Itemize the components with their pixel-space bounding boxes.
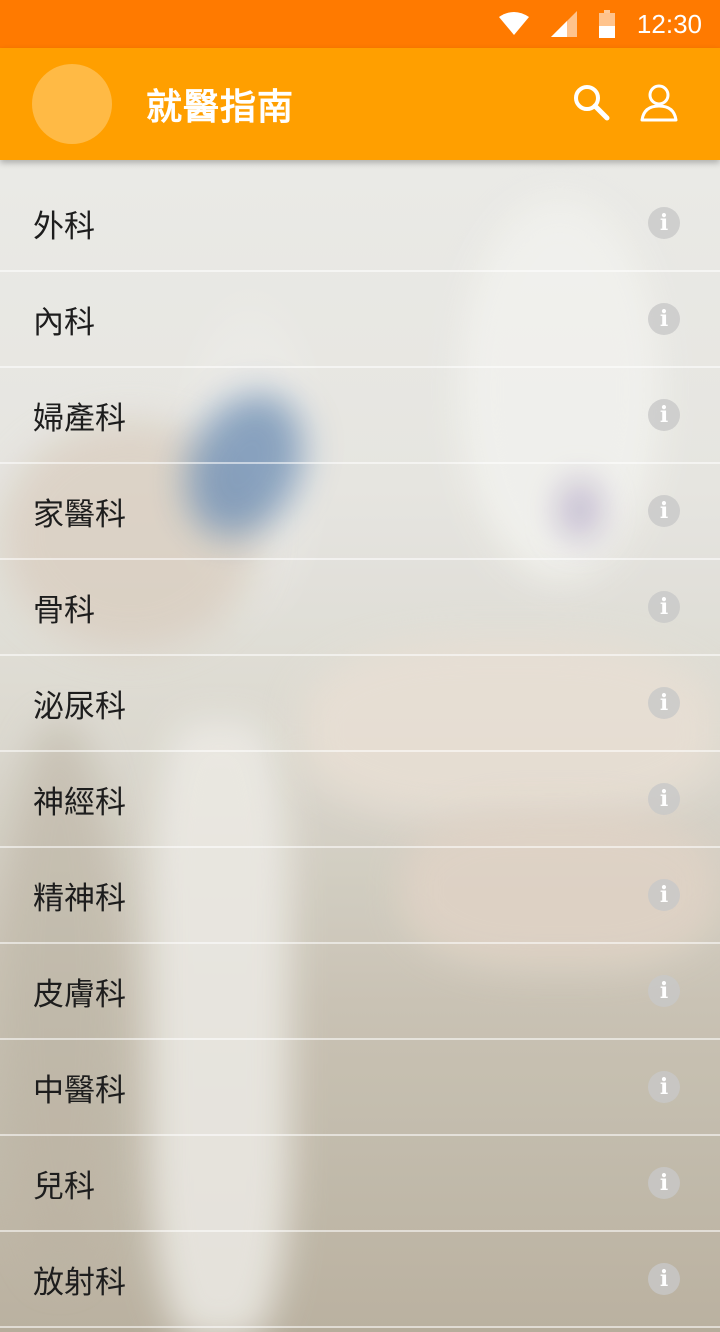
list-item[interactable]: 泌尿科 i	[0, 656, 720, 752]
info-icon[interactable]: i	[648, 783, 680, 815]
search-button[interactable]	[568, 81, 614, 127]
department-label: 中醫科	[33, 1072, 126, 1109]
department-label: 泌尿科	[33, 688, 126, 725]
info-icon[interactable]: i	[648, 879, 680, 911]
info-icon[interactable]: i	[648, 1071, 680, 1103]
info-icon[interactable]: i	[648, 399, 680, 431]
list-item[interactable]: 骨科 i	[0, 560, 720, 656]
department-label: 骨科	[33, 592, 95, 629]
info-icon[interactable]: i	[648, 207, 680, 239]
app-bar: 就醫指南	[0, 48, 720, 160]
department-label: 外科	[33, 208, 95, 245]
department-label: 婦產科	[33, 400, 126, 437]
department-label: 神經科	[33, 784, 126, 821]
status-bar: 12:30	[0, 0, 720, 48]
department-label: 家醫科	[33, 496, 126, 533]
info-icon[interactable]: i	[648, 1263, 680, 1295]
list-item[interactable]: 中醫科 i	[0, 1040, 720, 1136]
department-label: 皮膚科	[33, 976, 126, 1013]
list-item[interactable]: 內科 i	[0, 272, 720, 368]
signal-icon	[550, 11, 577, 37]
list-item[interactable]: 神經科 i	[0, 752, 720, 848]
search-icon	[572, 83, 610, 125]
department-label: 兒科	[33, 1168, 95, 1205]
info-icon[interactable]: i	[648, 591, 680, 623]
list-item[interactable]: 皮膚科 i	[0, 944, 720, 1040]
profile-icon	[639, 82, 679, 126]
list-item[interactable]: 兒科 i	[0, 1136, 720, 1232]
battery-icon	[598, 10, 615, 38]
list-item[interactable]: 婦產科 i	[0, 368, 720, 464]
profile-button[interactable]	[636, 81, 682, 127]
info-icon[interactable]: i	[648, 495, 680, 527]
page-title: 就醫指南	[146, 87, 295, 128]
department-label: 放射科	[33, 1264, 126, 1301]
info-icon[interactable]: i	[648, 687, 680, 719]
status-time: 12:30	[636, 8, 702, 39]
list-item[interactable]: 精神科 i	[0, 848, 720, 944]
wifi-icon	[498, 12, 529, 36]
info-icon[interactable]: i	[648, 303, 680, 335]
department-list: 外科 i 內科 i 婦產科 i 家醫科 i 骨科 i 泌尿科 i 神經科 i 精神科 i 皮膚科 i 中醫科 i 兒科 i…	[0, 160, 720, 1328]
department-label: 精神科	[33, 880, 126, 917]
info-icon[interactable]: i	[648, 975, 680, 1007]
department-label: 內科	[33, 304, 95, 341]
avatar[interactable]	[32, 64, 112, 144]
list-item[interactable]: 家醫科 i	[0, 464, 720, 560]
info-icon[interactable]: i	[648, 1167, 680, 1199]
list-item[interactable]: 外科 i	[0, 160, 720, 272]
list-item[interactable]: 放射科 i	[0, 1232, 720, 1328]
